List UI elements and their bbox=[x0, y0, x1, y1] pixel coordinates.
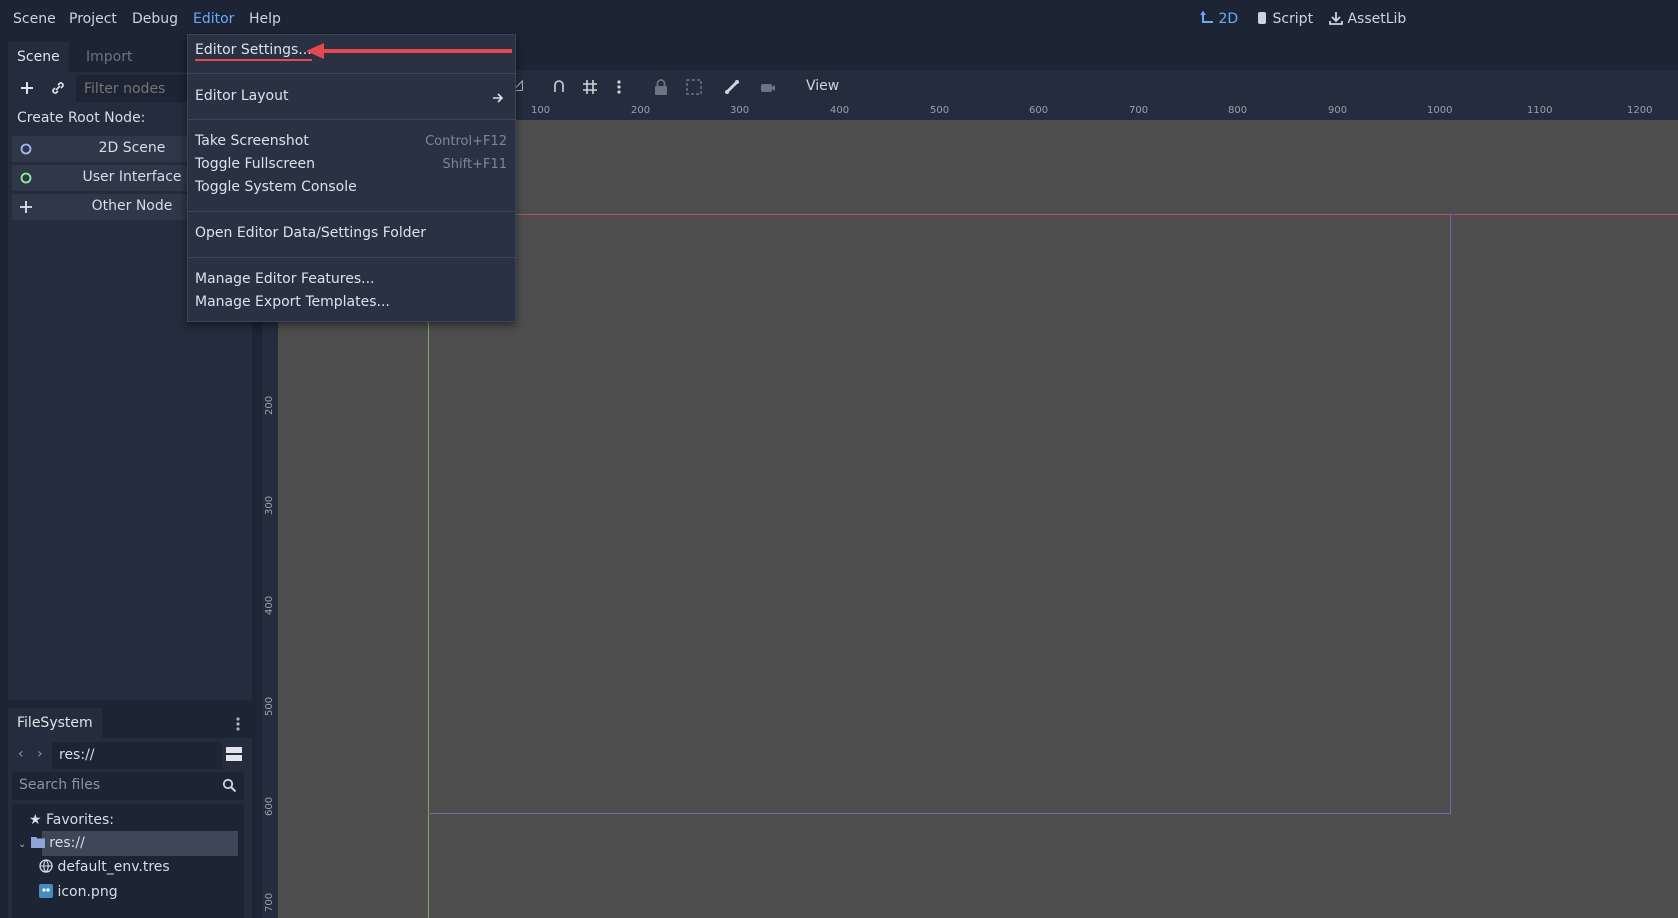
menu-project[interactable]: Project bbox=[69, 11, 117, 27]
add-node-icon[interactable] bbox=[19, 80, 35, 96]
file-row[interactable]: default_env.tres bbox=[39, 859, 170, 875]
file-row[interactable]: icon.png bbox=[39, 884, 118, 900]
path-field[interactable]: res:// bbox=[52, 742, 222, 769]
ruler-tick: 300 bbox=[264, 495, 275, 515]
workspace-script-button[interactable]: Script bbox=[1256, 11, 1313, 27]
viewport-boundary bbox=[428, 214, 1451, 814]
favorites-label: Favorites: bbox=[46, 812, 114, 828]
root-other-node-button[interactable]: Other Node bbox=[12, 194, 192, 220]
dock-menu-icon[interactable] bbox=[236, 716, 240, 732]
menu-item-toggle-fullscreen[interactable]: Toggle Fullscreen bbox=[195, 156, 315, 172]
ruler-tick: 900 bbox=[1328, 105, 1348, 116]
ruler-tick: 400 bbox=[264, 595, 275, 615]
menu-item-editor-settings[interactable]: Editor Settings... bbox=[195, 42, 312, 61]
menu-item-take-screenshot[interactable]: Take Screenshot bbox=[195, 133, 309, 149]
assetlib-icon bbox=[1329, 12, 1343, 25]
instance-link-icon[interactable] bbox=[50, 80, 66, 96]
shortcut-toggle-fullscreen: Shift+F11 bbox=[442, 157, 507, 172]
script-icon bbox=[1258, 12, 1266, 24]
group-icon[interactable] bbox=[686, 79, 702, 95]
smart-snap-icon[interactable] bbox=[552, 79, 568, 95]
ruler-tick: 1100 bbox=[1527, 105, 1553, 116]
tab-scene[interactable]: Scene bbox=[8, 42, 69, 72]
menu-item-toggle-system-console[interactable]: Toggle System Console bbox=[195, 179, 357, 195]
search-files-field[interactable]: Search files bbox=[12, 772, 244, 800]
menu-separator bbox=[188, 73, 515, 74]
submenu-arrow-icon bbox=[493, 93, 504, 103]
ruler-tick: 100 bbox=[531, 105, 551, 116]
menu-item-editor-layout[interactable]: Editor Layout bbox=[195, 88, 288, 104]
folder-icon bbox=[30, 837, 45, 848]
ruler-tick: 1200 bbox=[1627, 105, 1653, 116]
lock-icon[interactable] bbox=[654, 79, 668, 95]
grid-snap-icon[interactable] bbox=[582, 79, 598, 95]
menu-separator bbox=[188, 211, 515, 212]
create-root-label: Create Root Node: bbox=[17, 110, 146, 126]
bone-icon[interactable] bbox=[724, 79, 740, 95]
annotation-arrow-icon bbox=[306, 43, 512, 59]
ruler-tick: 300 bbox=[730, 105, 750, 116]
root-user-interface-button[interactable]: User Interface bbox=[12, 165, 192, 191]
globe-icon bbox=[39, 859, 53, 873]
camera-override-icon[interactable] bbox=[760, 79, 776, 95]
workspace-script-label: Script bbox=[1272, 11, 1314, 27]
back-arrow-icon[interactable]: ‹ bbox=[18, 746, 24, 762]
menu-scene[interactable]: Scene bbox=[13, 11, 56, 27]
tab-import[interactable]: Import bbox=[77, 42, 141, 72]
search-files-placeholder: Search files bbox=[19, 777, 101, 793]
ruler-tick: 700 bbox=[264, 892, 275, 912]
file-name: default_env.tres bbox=[57, 859, 170, 875]
search-icon bbox=[222, 778, 237, 793]
filesystem-dock: FileSystem ‹ › res:// Search files ★ Fav… bbox=[8, 708, 252, 918]
ruler-tick: 600 bbox=[264, 796, 275, 816]
menu-debug[interactable]: Debug bbox=[132, 11, 178, 27]
ruler-tick: 200 bbox=[264, 395, 275, 415]
2d-icon bbox=[1200, 10, 1213, 23]
ruler-tick: 200 bbox=[631, 105, 651, 116]
file-name: icon.png bbox=[57, 884, 118, 900]
menu-help[interactable]: Help bbox=[249, 11, 281, 27]
image-icon bbox=[39, 884, 53, 898]
snap-options-icon[interactable] bbox=[617, 79, 621, 95]
menu-item-manage-export-templates[interactable]: Manage Export Templates... bbox=[195, 294, 390, 310]
menu-separator bbox=[188, 119, 515, 120]
ruler-tick: 800 bbox=[1228, 105, 1248, 116]
menu-item-manage-features[interactable]: Manage Editor Features... bbox=[195, 271, 375, 287]
path-value: res:// bbox=[59, 747, 95, 763]
menu-separator bbox=[188, 257, 515, 258]
menu-item-open-data-folder[interactable]: Open Editor Data/Settings Folder bbox=[195, 225, 426, 241]
ruler-tick: 700 bbox=[1129, 105, 1149, 116]
ruler-tick: 500 bbox=[264, 696, 275, 716]
workspace-assetlib-button[interactable]: AssetLib bbox=[1329, 11, 1406, 27]
shortcut-take-screenshot: Control+F12 bbox=[425, 134, 507, 149]
view-menu-button[interactable]: View bbox=[806, 78, 839, 94]
favorites-row[interactable]: ★ Favorites: bbox=[29, 812, 114, 828]
forward-arrow-icon[interactable]: › bbox=[37, 746, 43, 762]
menu-editor[interactable]: Editor bbox=[193, 11, 234, 27]
workspace-2d-button[interactable]: 2D bbox=[1200, 10, 1239, 27]
chevron-down-icon: ⌄ bbox=[18, 839, 27, 850]
ruler-tick: 1000 bbox=[1427, 105, 1453, 116]
ruler-tick: 500 bbox=[930, 105, 950, 116]
workspace-2d-label: 2D bbox=[1218, 11, 1239, 27]
tab-filesystem[interactable]: FileSystem bbox=[8, 708, 102, 738]
workspace-assetlib-label: AssetLib bbox=[1347, 11, 1407, 27]
res-root-row[interactable]: ⌄ res:// bbox=[18, 835, 85, 851]
root-2d-scene-button[interactable]: 2D Scene bbox=[12, 136, 192, 162]
editor-menu-popup: Editor Settings... Editor Layout Take Sc… bbox=[187, 34, 516, 322]
ruler-tick: 400 bbox=[830, 105, 850, 116]
res-root-label: res:// bbox=[49, 835, 85, 851]
split-view-icon[interactable] bbox=[226, 746, 242, 762]
ruler-tick: 600 bbox=[1029, 105, 1049, 116]
star-icon: ★ bbox=[29, 812, 42, 828]
